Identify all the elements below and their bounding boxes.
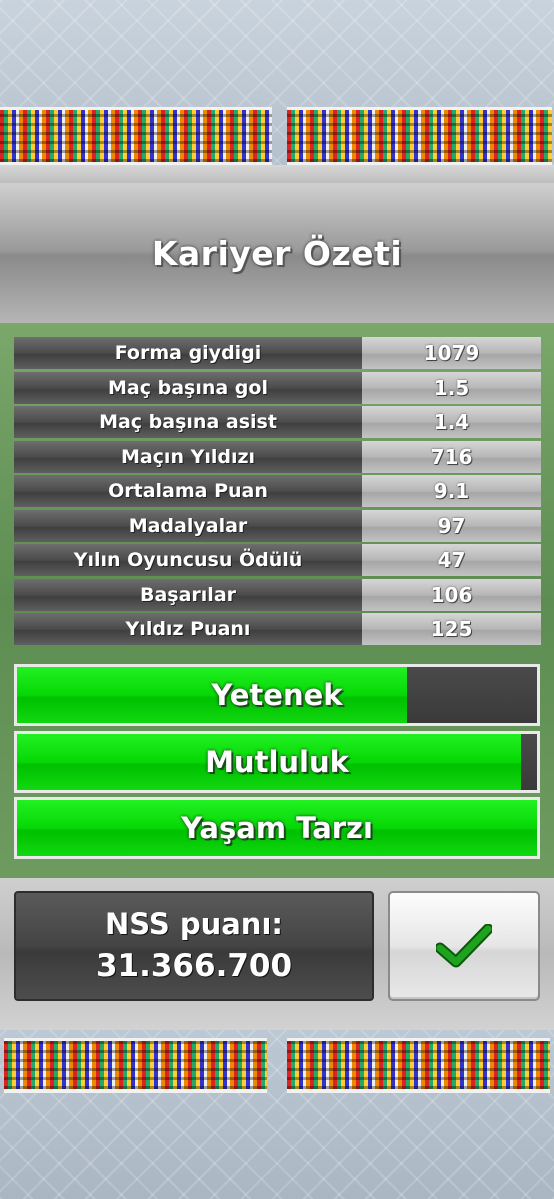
stat-row-star-points: Yıldız Puanı 125 [14,613,541,645]
nss-score-label: NSS puanı: [105,907,283,941]
crowd-stand-bottom-left [4,1038,267,1093]
stat-value: 1.4 [362,406,541,438]
stat-row-goals-per-match: Maç başına gol 1.5 [14,371,541,404]
crowd-stand-bottom-right [287,1038,550,1093]
header-divider [0,165,554,183]
happiness-bar-label: Mutluluk [205,745,349,779]
stat-value: 106 [362,578,541,611]
stat-label: Yılın Oyuncusu Ödülü [14,544,362,576]
stats-table: Forma giydigi 1079 Maç başına gol 1.5 Ma… [14,337,541,647]
checkmark-icon [436,924,492,968]
stat-label: Forma giydigi [14,337,362,369]
stat-value: 716 [362,440,541,473]
stat-row-average-rating: Ortalama Puan 9.1 [14,475,541,507]
lifestyle-bar-track: Yaşam Tarzı [17,800,537,856]
happiness-bar: Mutluluk [14,731,540,793]
stat-label: Yıldız Puanı [14,613,362,645]
stat-row-achievements: Başarılar 106 [14,578,541,611]
stat-row-player-of-year: Yılın Oyuncusu Ödülü 47 [14,544,541,576]
nss-score-box: NSS puanı: 31.366.700 [14,891,374,1001]
stat-value: 1079 [362,337,541,369]
stat-row-assists-per-match: Maç başına asist 1.4 [14,406,541,438]
nss-score-value: 31.366.700 [95,948,293,984]
stat-value: 1.5 [362,371,541,404]
stat-value: 125 [362,613,541,645]
skill-bar-track: Yetenek [17,667,537,723]
stat-row-appearances: Forma giydigi 1079 [14,337,541,369]
stat-label: Maç başına asist [14,406,362,438]
stat-value: 9.1 [362,475,541,507]
lifestyle-bar-label: Yaşam Tarzı [181,811,373,845]
page-title: Kariyer Özeti [151,233,403,273]
happiness-bar-track: Mutluluk [17,734,537,790]
skill-bar: Yetenek [14,664,540,726]
crowd-stand-top-right [287,107,552,166]
stat-value: 47 [362,544,541,576]
title-band: Kariyer Özeti [0,183,554,323]
lifestyle-bar: Yaşam Tarzı [14,797,540,859]
stat-value: 97 [362,509,541,542]
stat-row-man-of-the-match: Maçın Yıldızı 716 [14,440,541,473]
crowd-stand-top-left [0,107,272,166]
stat-label: Maçın Yıldızı [14,440,362,473]
confirm-button[interactable] [388,891,540,1001]
skill-bar-label: Yetenek [211,678,343,712]
stat-label: Madalyalar [14,509,362,542]
stat-label: Maç başına gol [14,371,362,404]
stat-label: Ortalama Puan [14,475,362,507]
stat-row-medals: Madalyalar 97 [14,509,541,542]
stat-label: Başarılar [14,578,362,611]
